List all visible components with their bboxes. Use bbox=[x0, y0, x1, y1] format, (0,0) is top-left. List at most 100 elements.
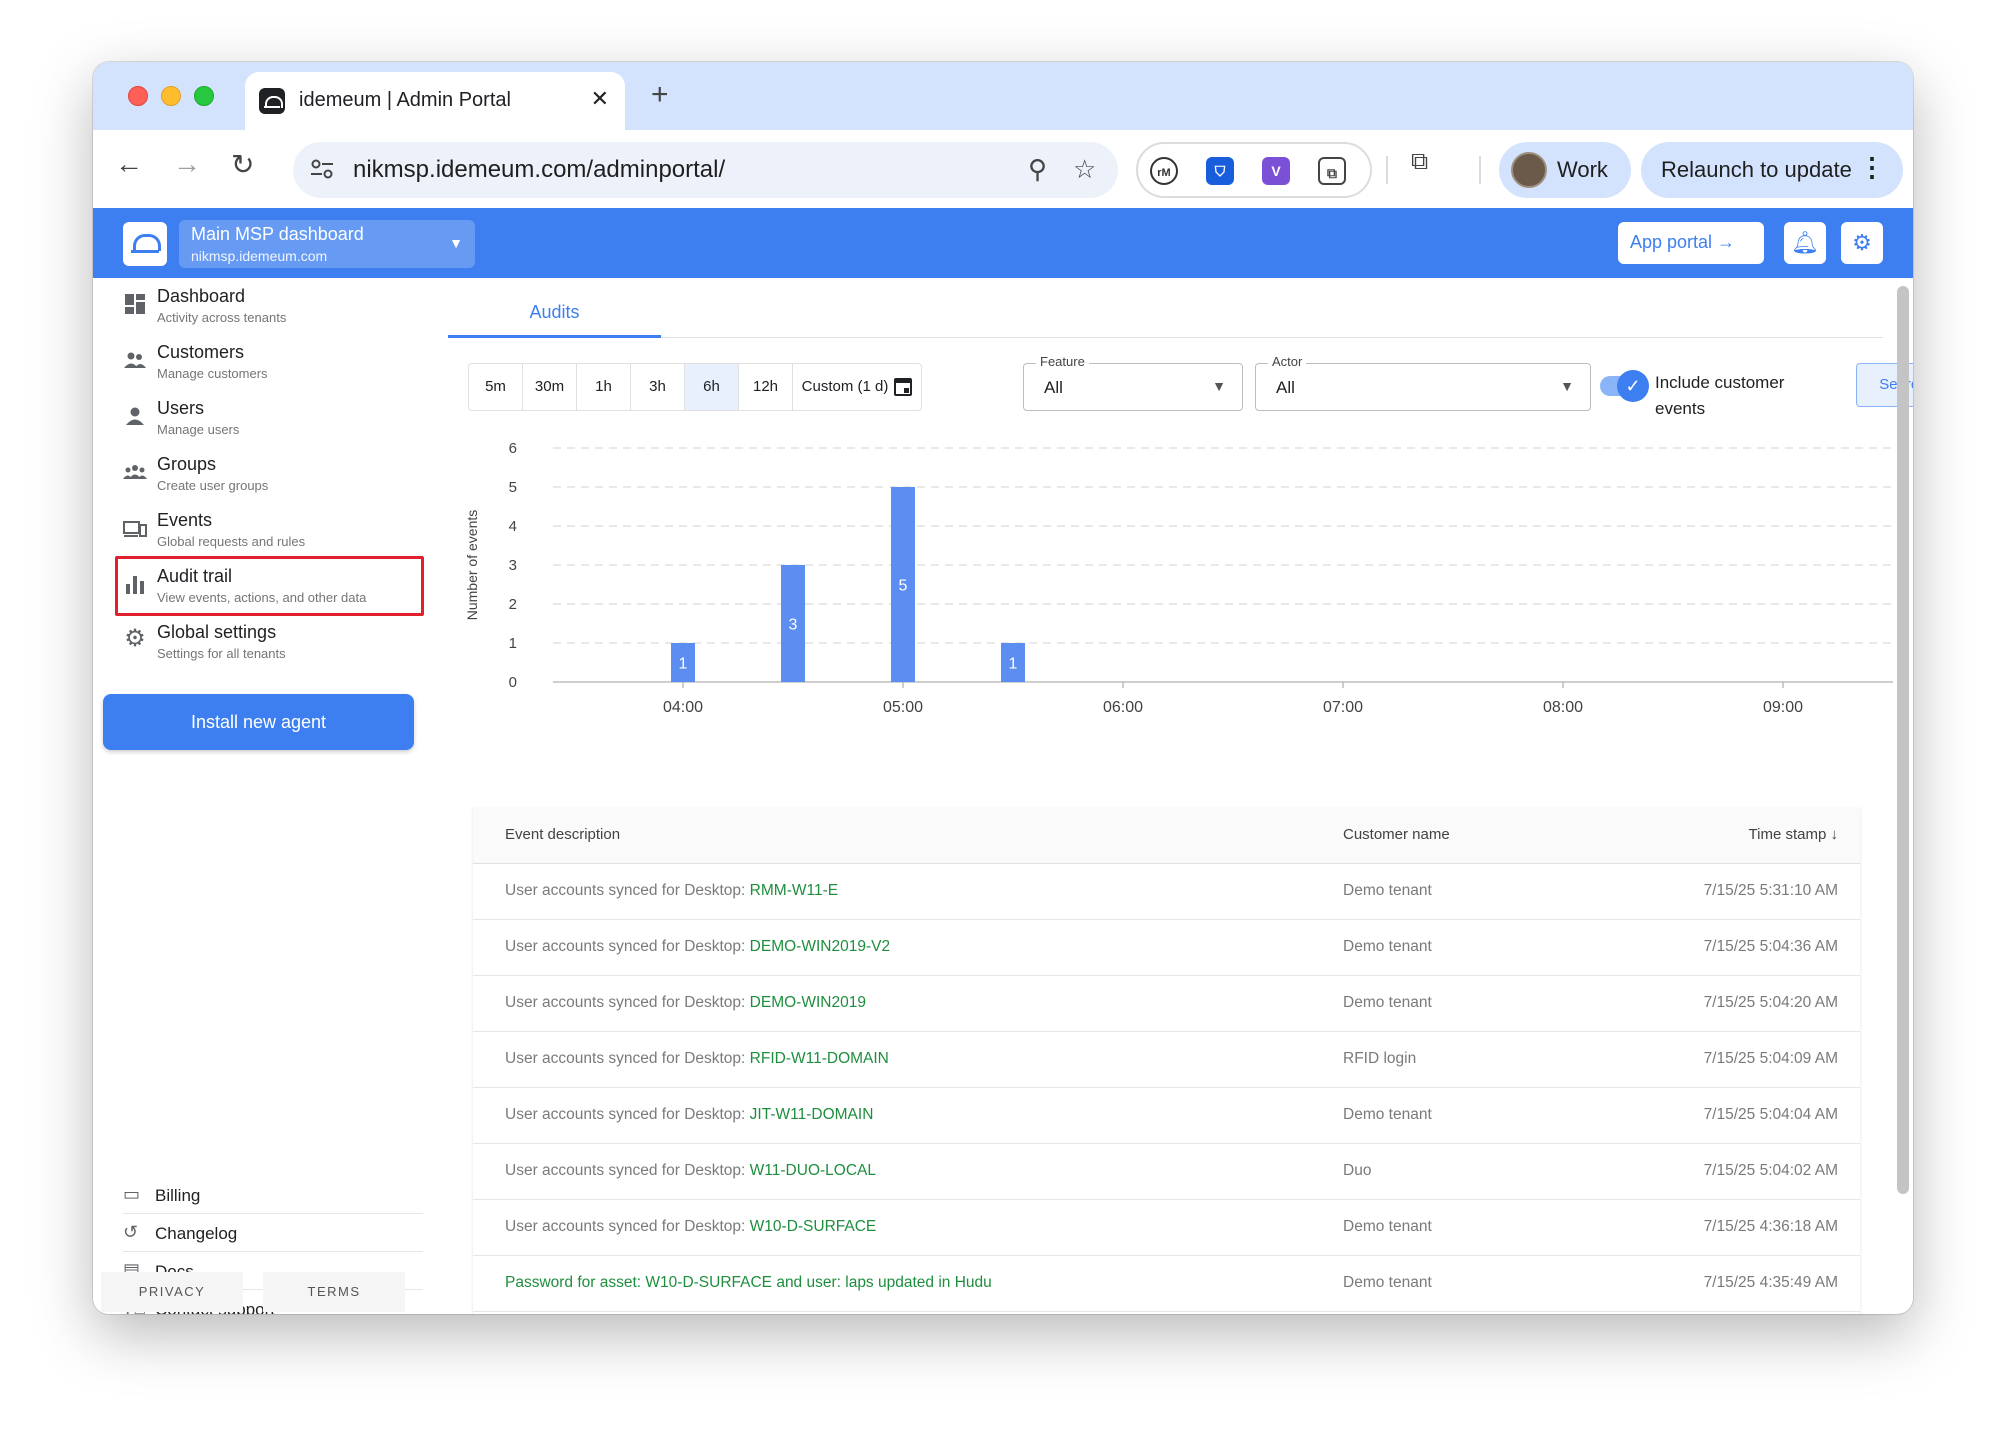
table-row[interactable]: User accounts synced for Desktop: W10-D-… bbox=[473, 1200, 1860, 1256]
browser-toolbar: ← → ↻ nikmsp.idemeum.com/adminportal/ ⚲ … bbox=[93, 130, 1913, 208]
profile-chip[interactable]: Work bbox=[1499, 142, 1631, 198]
notifications-bell-icon[interactable]: 🔔︎ bbox=[1784, 222, 1826, 264]
customer-name: Demo tenant bbox=[1343, 882, 1432, 899]
resource-link[interactable]: Password for asset: W10-D-SURFACE and us… bbox=[505, 1274, 992, 1291]
toolbar-divider bbox=[1479, 156, 1481, 184]
back-icon[interactable]: ← bbox=[115, 148, 143, 180]
close-window-button[interactable] bbox=[128, 86, 148, 106]
y-tick-label: 0 bbox=[509, 674, 517, 691]
bookmark-star-icon[interactable]: ☆ bbox=[1073, 154, 1096, 185]
event-description: User accounts synced for Desktop: DEMO-W… bbox=[505, 994, 866, 1012]
sidebar-item-subtitle: Activity across tenants bbox=[157, 310, 287, 325]
check-icon[interactable]: ✓ bbox=[1617, 370, 1649, 402]
range-5m[interactable]: 5m bbox=[469, 364, 523, 410]
address-bar[interactable]: nikmsp.idemeum.com/adminportal/ ⚲ ☆ bbox=[293, 142, 1118, 198]
resource-link[interactable]: DEMO-WIN2019-V2 bbox=[750, 938, 890, 955]
description-text: User accounts synced for Desktop: bbox=[505, 1050, 750, 1067]
table-row[interactable]: User accounts synced for Desktop: W11-DU… bbox=[473, 1144, 1860, 1200]
minimize-window-button[interactable] bbox=[161, 86, 181, 106]
resource-link[interactable]: DEMO-WIN2019 bbox=[750, 994, 866, 1011]
feature-select-value: All bbox=[1044, 378, 1063, 397]
header-time-stamp[interactable]: Time stamp ↓ bbox=[1749, 826, 1838, 843]
tab-audits[interactable]: Audits bbox=[448, 302, 661, 338]
footer-item-changelog[interactable]: ↺ Changelog bbox=[123, 1216, 423, 1252]
time-stamp: 7/15/25 4:35:49 AM bbox=[1703, 1274, 1838, 1291]
range-3h[interactable]: 3h bbox=[631, 364, 685, 410]
puzzle-icon[interactable]: ⧉ bbox=[1318, 157, 1346, 185]
sidebar-item-events[interactable]: Events Global requests and rules bbox=[113, 506, 413, 558]
sidebar-item-global-settings[interactable]: ⚙ Global settings Settings for all tenan… bbox=[113, 618, 413, 670]
more-menu-icon[interactable]: ⋮ bbox=[1859, 152, 1885, 183]
footer-item-billing[interactable]: ▭ Billing bbox=[123, 1178, 423, 1214]
toolbar-divider bbox=[1386, 156, 1388, 184]
range-6h[interactable]: 6h bbox=[685, 364, 739, 410]
terms-link[interactable]: TERMS bbox=[263, 1272, 405, 1312]
remarkable-extension-icon[interactable]: rM bbox=[1150, 157, 1178, 185]
resource-link[interactable]: W10-D-SURFACE bbox=[750, 1218, 877, 1235]
page-scrollbar[interactable] bbox=[1897, 286, 1909, 1194]
table-row[interactable]: User accounts synced for Desktop: DEMO-W… bbox=[473, 920, 1860, 976]
resource-link[interactable]: RMM-W11-E bbox=[750, 882, 838, 899]
settings-gear-icon[interactable]: ⚙ bbox=[1841, 222, 1883, 264]
feature-select[interactable]: Feature All ▼ bbox=[1023, 354, 1243, 411]
resource-link[interactable]: JIT-W11-DOMAIN bbox=[750, 1106, 874, 1123]
sidebar-item-customers[interactable]: Customers Manage customers bbox=[113, 338, 413, 390]
sidebar-item-subtitle: Manage customers bbox=[157, 366, 268, 381]
time-range-selector: 5m 30m 1h 3h 6h 12h Custom (1 d) bbox=[468, 363, 922, 411]
chevron-down-icon: ▼ bbox=[1212, 378, 1226, 394]
chevron-down-icon: ▼ bbox=[449, 235, 463, 251]
tab-title: idemeum | Admin Portal bbox=[299, 89, 511, 111]
sidebar-item-title: Global settings bbox=[157, 622, 277, 642]
sidebar-item-subtitle: Create user groups bbox=[157, 478, 269, 493]
maximize-window-button[interactable] bbox=[194, 86, 214, 106]
tenant-name: Main MSP dashboard bbox=[191, 224, 364, 244]
bitwarden-icon[interactable]: ⛉ bbox=[1206, 157, 1234, 185]
range-custom[interactable]: Custom (1 d) bbox=[793, 364, 921, 410]
reload-icon[interactable]: ↻ bbox=[231, 148, 254, 181]
install-agent-button[interactable]: Install new agent bbox=[103, 694, 414, 750]
app-portal-button[interactable]: App portal → bbox=[1618, 222, 1764, 264]
table-header: Event description Customer name Time sta… bbox=[473, 808, 1860, 864]
site-settings-icon[interactable] bbox=[309, 156, 335, 182]
table-row[interactable]: User accounts synced for Desktop: RFID-W… bbox=[473, 1032, 1860, 1088]
range-30m[interactable]: 30m bbox=[523, 364, 577, 410]
dashboard-icon bbox=[125, 294, 145, 314]
relaunch-button[interactable]: Relaunch to update ⋮ bbox=[1641, 142, 1903, 198]
table-row[interactable]: System rotated the Cloud Laps passwords … bbox=[473, 1312, 1860, 1314]
calendar-icon[interactable] bbox=[894, 378, 913, 397]
range-1h[interactable]: 1h bbox=[577, 364, 631, 410]
vivaldi-extension-icon[interactable]: V bbox=[1262, 157, 1290, 185]
new-tab-icon[interactable]: + bbox=[651, 78, 669, 112]
table-row[interactable]: Password for asset: W10-D-SURFACE and us… bbox=[473, 1256, 1860, 1312]
close-tab-icon[interactable]: ✕ bbox=[591, 86, 609, 112]
sidebar-item-users[interactable]: Users Manage users bbox=[113, 394, 413, 446]
profile-label: Work bbox=[1557, 157, 1608, 182]
x-tick-label: 05:00 bbox=[883, 699, 923, 716]
resource-link[interactable]: W11-DUO-LOCAL bbox=[750, 1162, 876, 1179]
sidebar-item-groups[interactable]: Groups Create user groups bbox=[113, 450, 413, 502]
table-row[interactable]: User accounts synced for Desktop: JIT-W1… bbox=[473, 1088, 1860, 1144]
header-customer-name[interactable]: Customer name bbox=[1343, 826, 1450, 843]
browser-tab[interactable]: idemeum | Admin Portal ✕ bbox=[245, 72, 625, 130]
sidebar-item-dashboard[interactable]: Dashboard Activity across tenants bbox=[113, 282, 413, 334]
privacy-link[interactable]: PRIVACY bbox=[101, 1272, 243, 1312]
actor-select-value: All bbox=[1276, 378, 1295, 397]
tenant-selector[interactable]: Main MSP dashboard nikmsp.idemeum.com ▼ bbox=[179, 220, 475, 268]
zoom-icon[interactable]: ⚲ bbox=[1028, 154, 1047, 185]
range-12h[interactable]: 12h bbox=[739, 364, 793, 410]
description-text: User accounts synced for Desktop: bbox=[505, 1162, 750, 1179]
event-description: User accounts synced for Desktop: RMM-W1… bbox=[505, 882, 838, 900]
idemeum-logo-icon[interactable] bbox=[123, 222, 167, 266]
actor-select[interactable]: Actor All ▼ bbox=[1255, 354, 1591, 411]
resource-link[interactable]: RFID-W11-DOMAIN bbox=[750, 1050, 889, 1067]
customer-name: Demo tenant bbox=[1343, 1106, 1432, 1123]
table-row[interactable]: User accounts synced for Desktop: RMM-W1… bbox=[473, 864, 1860, 920]
description-text: User accounts synced for Desktop: bbox=[505, 994, 750, 1011]
forward-icon[interactable]: → bbox=[173, 148, 201, 180]
table-row[interactable]: User accounts synced for Desktop: DEMO-W… bbox=[473, 976, 1860, 1032]
main-content: Audits 5m 30m 1h 3h 6h 12h Custom (1 d) … bbox=[423, 278, 1913, 1314]
header-event-description[interactable]: Event description bbox=[505, 826, 620, 843]
footer-item-label: Billing bbox=[155, 1186, 201, 1205]
tab-search-icon[interactable]: ⧉ bbox=[1411, 148, 1428, 176]
bar-value-label: 5 bbox=[899, 578, 908, 595]
